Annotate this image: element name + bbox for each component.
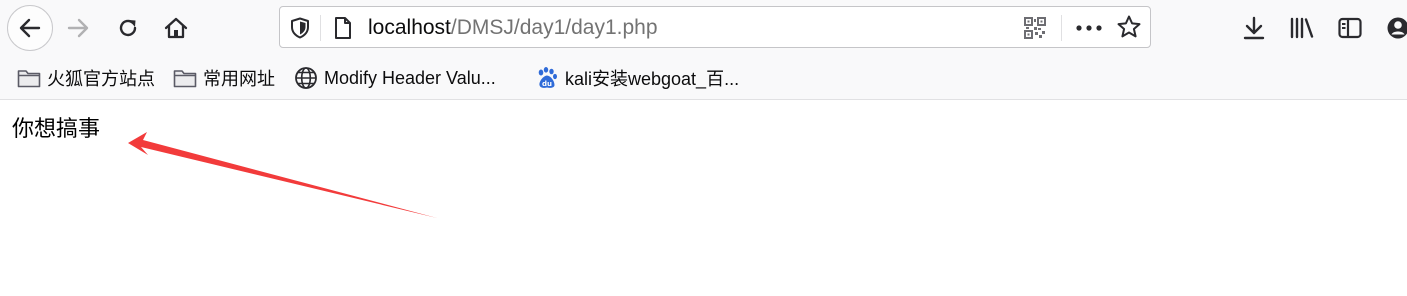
annotation-arrow	[128, 132, 437, 218]
